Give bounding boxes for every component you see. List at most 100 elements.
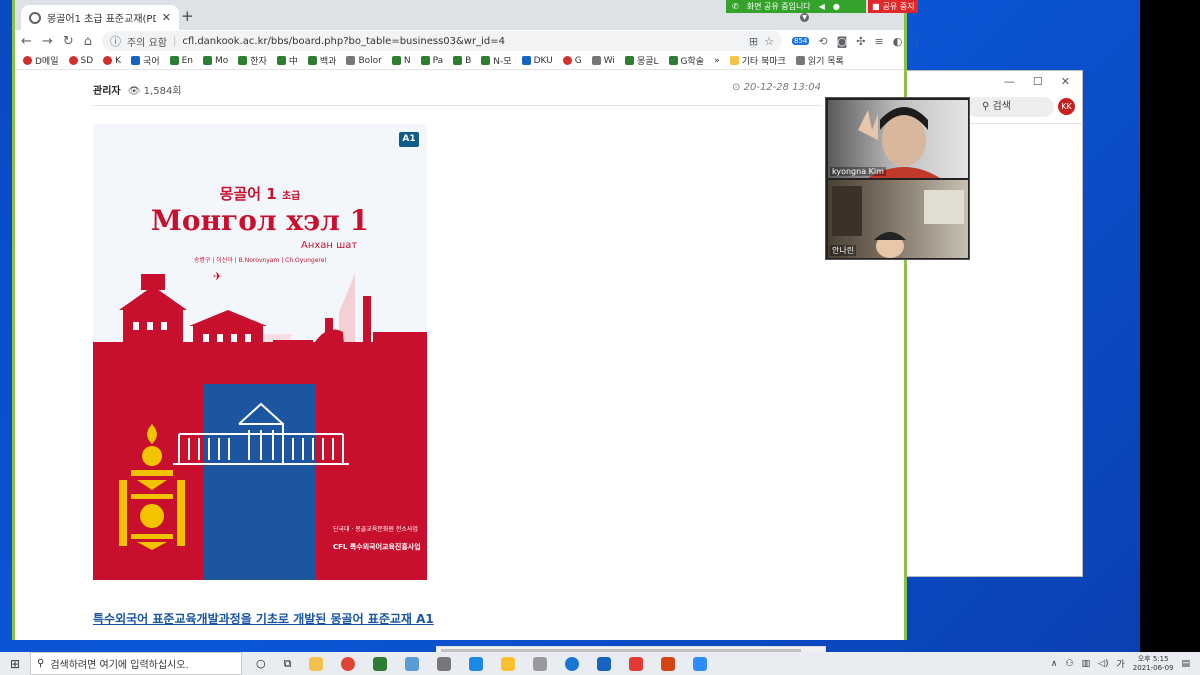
post-meta: 관리자 👁 1,584회 ⊙ 20-12-28 13:04: [93, 82, 821, 106]
forward-icon[interactable]: →: [42, 34, 53, 49]
taskbar-search[interactable]: ⚲ 검색하려면 여기에 입력하십시오.: [30, 652, 242, 675]
search-icon: ⚲: [982, 101, 993, 112]
powerpoint-icon[interactable]: [661, 656, 676, 671]
bookmark-item[interactable]: G: [562, 56, 582, 66]
edge-icon[interactable]: [373, 656, 388, 671]
stop-icon: ■: [872, 2, 880, 11]
windows-start-icon[interactable]: ⊞: [0, 657, 30, 671]
bookmark-item[interactable]: 몽골L: [624, 54, 659, 67]
bookmark-item[interactable]: K: [103, 56, 121, 66]
extension-badge[interactable]: 854: [791, 37, 810, 45]
participant-video-tile[interactable]: 안나린: [828, 180, 968, 258]
video-call-panel[interactable]: kyongna Kim 안나린: [825, 97, 970, 260]
browser-window[interactable]: 몽골어1 초급 표준교재(PDF/MP3) ✕ + ← → ↻ ⌂ ⓘ 주의 요…: [12, 0, 922, 640]
search-box[interactable]: ⚲ 검색: [966, 97, 1054, 117]
bookmark-icon: [238, 56, 248, 65]
address-bar[interactable]: ⓘ 주의 요함 | cfl.dankook.ac.kr/bbs/board.ph…: [101, 31, 782, 51]
search-label: 검색: [992, 101, 1011, 112]
network-icon[interactable]: ▥: [1082, 659, 1091, 669]
bookmark-item[interactable]: Mo: [203, 56, 228, 66]
chevron-up-icon[interactable]: ∧: [1051, 659, 1058, 669]
app-icon[interactable]: [405, 656, 420, 671]
bookmark-item[interactable]: G학술: [668, 54, 704, 67]
clock-date: 2021-06-09: [1132, 663, 1174, 672]
bookmark-item[interactable]: Pa: [420, 56, 443, 66]
tab-active[interactable]: 몽골어1 초급 표준교재(PDF/MP3) ✕: [21, 5, 179, 30]
bookmark-item[interactable]: Wi: [591, 56, 615, 66]
bookmark-item[interactable]: B: [453, 56, 471, 66]
reading-list[interactable]: 읽기 목록: [795, 54, 844, 67]
bookmark-item[interactable]: D메일: [23, 54, 59, 67]
puzzle-icon[interactable]: ✣: [856, 35, 865, 48]
article-link[interactable]: 특수외국어 표준교육개발과정을 기초로 개발된 몽골어 표준교재 A1: [93, 610, 434, 627]
post-date: ⊙ 20-12-28 13:04: [732, 82, 821, 93]
publisher-logo-text: CFL 특수외국어교육진흥사업: [333, 543, 421, 551]
media-icon[interactable]: ≡: [874, 35, 883, 48]
camera-icon[interactable]: ◙: [837, 35, 848, 48]
bookmark-icon: [346, 56, 356, 65]
youtube-icon[interactable]: [629, 656, 644, 671]
bookmark-item[interactable]: 中: [276, 54, 298, 67]
ime-indicator[interactable]: 가: [1117, 657, 1125, 670]
new-tab-button[interactable]: +: [181, 7, 194, 25]
bookmark-icon: [481, 56, 491, 65]
view-count: 👁 1,584회: [127, 86, 182, 97]
app-icon[interactable]: [437, 656, 452, 671]
reload-icon[interactable]: ↻: [63, 34, 74, 49]
extension-icon[interactable]: ⟲: [818, 35, 827, 48]
cover-title-korean: 몽골어 1 초급: [219, 185, 301, 203]
other-bookmarks[interactable]: 기타 북마크: [729, 54, 786, 67]
cortana-icon[interactable]: ○: [256, 657, 266, 671]
clock-icon: ⊙: [732, 82, 744, 93]
volume-icon[interactable]: ◁): [1098, 659, 1108, 669]
bookmark-item[interactable]: SD: [68, 56, 93, 66]
stop-share-button[interactable]: ■ 공유 중지: [868, 0, 918, 13]
chrome-icon[interactable]: [341, 656, 356, 671]
participant-video-tile[interactable]: kyongna Kim: [828, 100, 968, 178]
minimize-icon[interactable]: —: [1004, 75, 1015, 88]
screen-share-indicator[interactable]: ✆ 화면 공유 중입니다 ◀ ●: [726, 0, 866, 13]
globe-icon: [29, 11, 41, 24]
home-icon[interactable]: ⌂: [84, 34, 92, 49]
bookmark-item[interactable]: 백과: [307, 54, 336, 67]
file-explorer-icon[interactable]: [309, 656, 324, 671]
chevron-down-icon[interactable]: ▼: [800, 13, 809, 22]
participant-name: 안나린: [830, 245, 857, 256]
edge-icon[interactable]: [565, 656, 580, 671]
app-icon[interactable]: [597, 656, 612, 671]
bookmark-item[interactable]: N: [391, 56, 411, 66]
star-icon[interactable]: ☆: [764, 35, 774, 48]
zoom-icon[interactable]: [693, 656, 708, 671]
menu-icon[interactable]: ⋮: [911, 35, 922, 48]
bookmark-icon: [591, 56, 601, 65]
bookmarks-more[interactable]: »: [714, 56, 720, 66]
task-view-icon[interactable]: ⧉: [284, 657, 292, 671]
windows-taskbar: ⊞ ⚲ 검색하려면 여기에 입력하십시오. ○ ⧉ ∧ ⚇ ▥ ◁) 가 오후 …: [0, 652, 1200, 675]
eye-icon: 👁: [127, 86, 144, 97]
url-text[interactable]: cfl.dankook.ac.kr/bbs/board.php?bo_table…: [182, 36, 743, 47]
bookmark-item[interactable]: 한자: [238, 54, 267, 67]
profile-avatar[interactable]: KK: [1058, 98, 1075, 115]
notifications-icon[interactable]: ▤: [1181, 659, 1190, 669]
bookmark-item[interactable]: 국어: [131, 54, 160, 67]
qr-code-icon[interactable]: ⊞: [749, 35, 758, 48]
maximize-icon[interactable]: ☐: [1033, 75, 1043, 88]
speaker-icon[interactable]: ◀: [819, 2, 825, 11]
bookmark-item[interactable]: En: [169, 56, 193, 66]
app-icon[interactable]: [469, 656, 484, 671]
people-icon[interactable]: ⚇: [1065, 659, 1073, 669]
app-icon[interactable]: [533, 656, 548, 671]
bookmark-icon: [276, 56, 286, 65]
close-icon[interactable]: ✕: [1061, 75, 1070, 88]
bookmark-item[interactable]: Bolor: [346, 56, 382, 66]
back-icon[interactable]: ←: [21, 34, 32, 49]
sticky-notes-icon[interactable]: [501, 656, 516, 671]
bookmark-item[interactable]: DKU: [521, 56, 553, 66]
city-skyline-illustration: [93, 272, 427, 388]
profile-icon[interactable]: ◐: [893, 35, 903, 48]
phone-icon: ✆: [732, 2, 739, 11]
clock[interactable]: 오후 5:15 2021-06-09: [1133, 655, 1174, 673]
close-tab-icon[interactable]: ✕: [162, 11, 171, 24]
extensions-area: 854 ⟲ ◙ ✣ ≡ ◐ ⋮: [791, 35, 922, 48]
bookmark-item[interactable]: N-모: [481, 54, 512, 67]
